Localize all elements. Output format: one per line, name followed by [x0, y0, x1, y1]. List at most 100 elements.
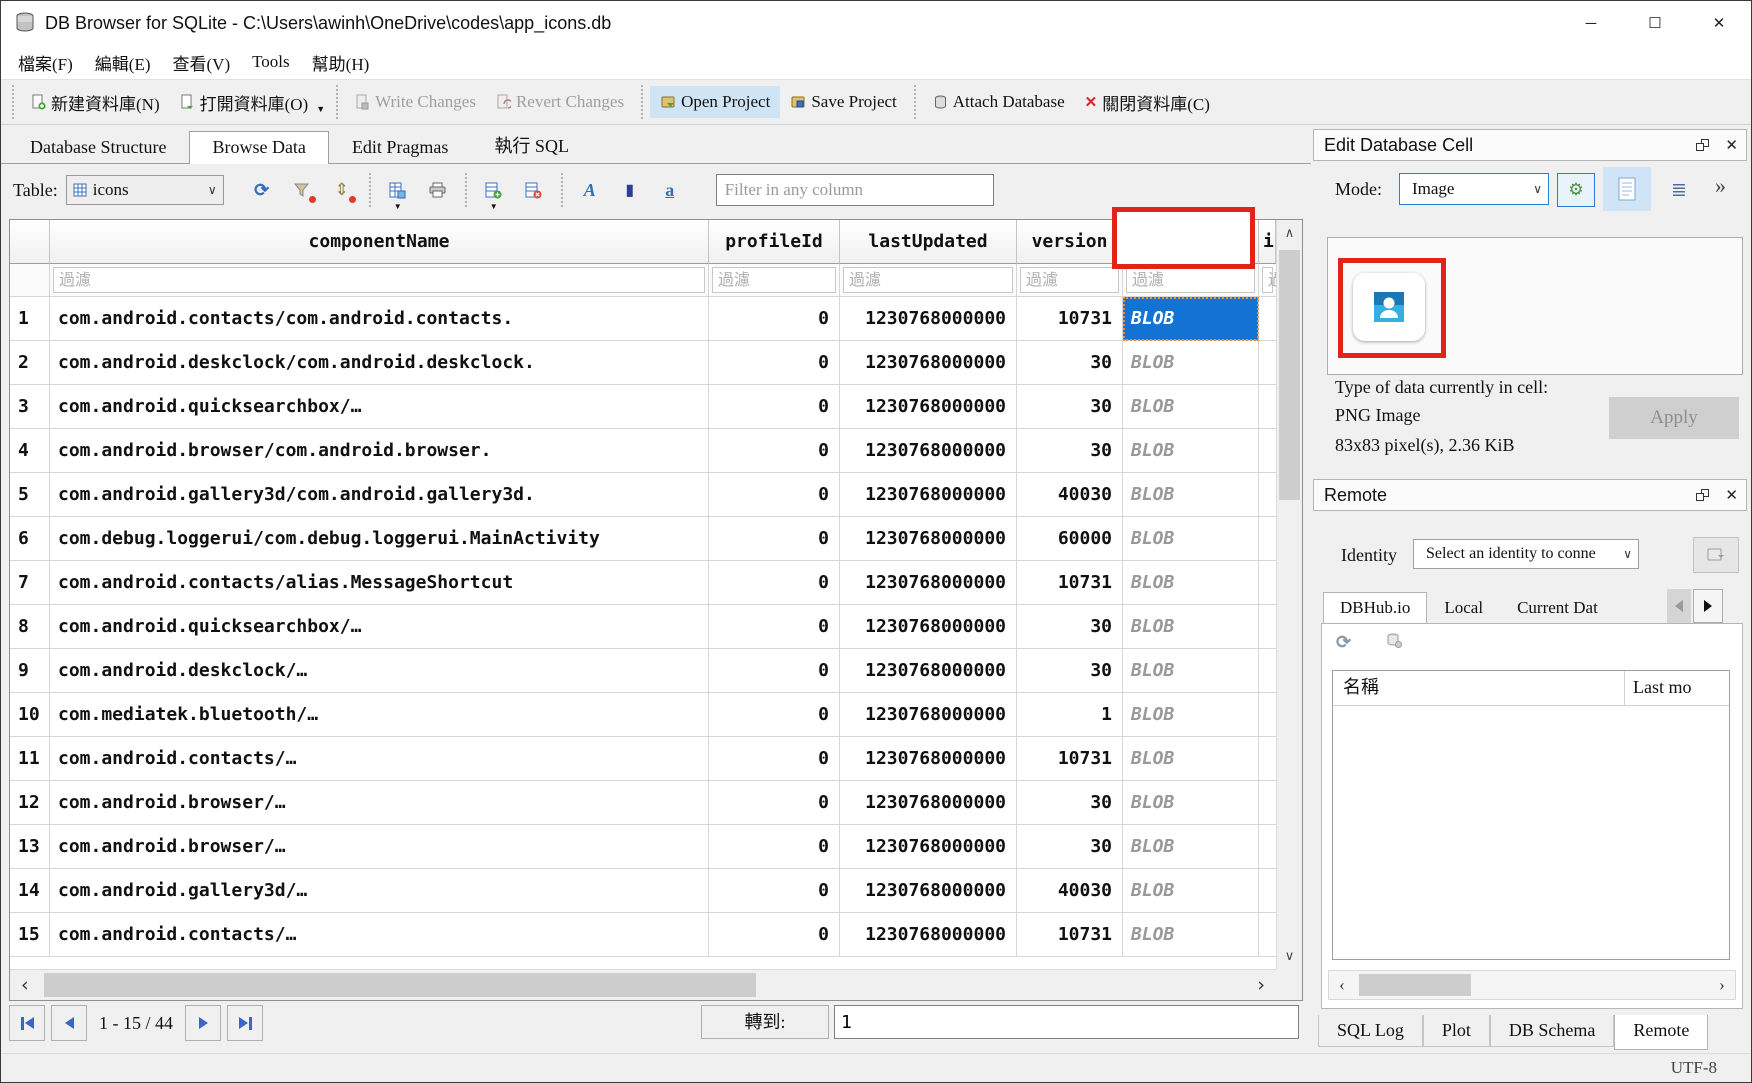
- cell-icon[interactable]: BLOB: [1123, 737, 1259, 781]
- menu-edit[interactable]: 編輯(E): [84, 50, 162, 75]
- cell-version[interactable]: 30: [1017, 825, 1123, 869]
- column-header-profileId[interactable]: profileId: [709, 220, 840, 264]
- filter-cell-version[interactable]: 過濾: [1017, 264, 1123, 297]
- cell-profileId[interactable]: 0: [709, 781, 840, 825]
- save-project-button[interactable]: Save Project: [780, 86, 906, 118]
- scroll-left-icon[interactable]: ‹: [1329, 971, 1355, 999]
- encoding-status[interactable]: UTF-8: [1671, 1058, 1717, 1078]
- tab-plot[interactable]: Plot: [1423, 1015, 1490, 1047]
- minimize-button[interactable]: ─: [1559, 1, 1623, 45]
- cell-partial[interactable]: [1259, 385, 1276, 429]
- close-panel-icon[interactable]: ✕: [1725, 136, 1738, 154]
- text-mode-button[interactable]: [1603, 167, 1651, 211]
- column-header-partial[interactable]: ic: [1259, 220, 1276, 264]
- float-panel-icon[interactable]: [1696, 139, 1709, 151]
- cell-partial[interactable]: [1259, 737, 1276, 781]
- cell-partial[interactable]: [1259, 869, 1276, 913]
- row-number[interactable]: 13: [10, 825, 50, 869]
- remote-refresh-button[interactable]: ⟳: [1336, 632, 1351, 653]
- cell-icon[interactable]: BLOB: [1123, 869, 1259, 913]
- cell-profileId[interactable]: 0: [709, 825, 840, 869]
- cell-version[interactable]: 30: [1017, 385, 1123, 429]
- cell-lastUpdated[interactable]: 1230768000000: [840, 385, 1017, 429]
- cell-icon[interactable]: BLOB: [1123, 473, 1259, 517]
- row-number[interactable]: 11: [10, 737, 50, 781]
- cell-lastUpdated[interactable]: 1230768000000: [840, 473, 1017, 517]
- cell-profileId[interactable]: 0: [709, 869, 840, 913]
- cell-partial[interactable]: [1259, 649, 1276, 693]
- row-number[interactable]: 9: [10, 649, 50, 693]
- tab-browse-data[interactable]: Browse Data: [189, 131, 328, 164]
- cell-icon[interactable]: BLOB: [1123, 385, 1259, 429]
- cell-version[interactable]: 40030: [1017, 473, 1123, 517]
- delete-record-button[interactable]: [514, 173, 554, 207]
- cell-componentName[interactable]: com.android.contacts/com.android.contact…: [50, 297, 709, 341]
- filter-input-profileId[interactable]: 過濾: [712, 267, 836, 293]
- tab-execute-sql[interactable]: 執行 SQL: [471, 126, 592, 163]
- cell-lastUpdated[interactable]: 1230768000000: [840, 869, 1017, 913]
- column-last-modified-header[interactable]: Last mo: [1625, 671, 1729, 705]
- vertical-scrollbar[interactable]: ∧ ∨: [1276, 220, 1302, 969]
- cell-icon[interactable]: BLOB: [1123, 693, 1259, 737]
- cell-icon[interactable]: BLOB: [1123, 781, 1259, 825]
- row-number[interactable]: 1: [10, 297, 50, 341]
- clear-filters-button[interactable]: [282, 173, 322, 207]
- cell-componentName[interactable]: com.android.deskclock/com.android.deskcl…: [50, 341, 709, 385]
- cell-profileId[interactable]: 0: [709, 473, 840, 517]
- cell-profileId[interactable]: 0: [709, 649, 840, 693]
- cell-icon[interactable]: BLOB: [1123, 605, 1259, 649]
- cell-partial[interactable]: [1259, 605, 1276, 649]
- scroll-right-icon[interactable]: ›: [1709, 971, 1735, 999]
- column-name-header[interactable]: 名稱: [1333, 671, 1625, 705]
- cell-componentName[interactable]: com.android.deskclock/…: [50, 649, 709, 693]
- tab-dbhub[interactable]: DBHub.io: [1323, 592, 1427, 623]
- cell-lastUpdated[interactable]: 1230768000000: [840, 517, 1017, 561]
- cell-icon[interactable]: BLOB: [1123, 297, 1259, 341]
- row-number[interactable]: 7: [10, 561, 50, 605]
- import-data-button[interactable]: ⚙: [1557, 173, 1595, 207]
- cell-profileId[interactable]: 0: [709, 605, 840, 649]
- revert-changes-button[interactable]: Revert Changes: [486, 86, 634, 118]
- float-panel-icon[interactable]: [1696, 489, 1709, 501]
- menu-file[interactable]: 檔案(F): [7, 50, 84, 75]
- open-database-dropdown-icon[interactable]: ▼: [316, 104, 325, 114]
- filter-cell-partial[interactable]: 過濾: [1259, 264, 1276, 297]
- row-number[interactable]: 15: [10, 913, 50, 957]
- mode-select[interactable]: Image ∨: [1399, 173, 1549, 205]
- cell-partial[interactable]: [1259, 429, 1276, 473]
- cell-version[interactable]: 30: [1017, 341, 1123, 385]
- cell-icon[interactable]: BLOB: [1123, 341, 1259, 385]
- font-button[interactable]: A: [570, 173, 610, 207]
- cell-lastUpdated[interactable]: 1230768000000: [840, 825, 1017, 869]
- more-tools-icon[interactable]: »: [1715, 173, 1726, 199]
- next-record-button[interactable]: [185, 1005, 221, 1041]
- row-number[interactable]: 4: [10, 429, 50, 473]
- cell-profileId[interactable]: 0: [709, 385, 840, 429]
- cell-componentName[interactable]: com.android.gallery3d/com.android.galler…: [50, 473, 709, 517]
- cell-partial[interactable]: [1259, 341, 1276, 385]
- cell-partial[interactable]: [1259, 913, 1276, 957]
- cell-icon[interactable]: BLOB: [1123, 649, 1259, 693]
- cell-profileId[interactable]: 0: [709, 341, 840, 385]
- cell-version[interactable]: 1: [1017, 693, 1123, 737]
- cell-version[interactable]: 10731: [1017, 737, 1123, 781]
- cell-lastUpdated[interactable]: 1230768000000: [840, 913, 1017, 957]
- cell-componentName[interactable]: com.android.browser/…: [50, 825, 709, 869]
- cell-componentName[interactable]: com.android.contacts/…: [50, 737, 709, 781]
- column-header-lastUpdated[interactable]: lastUpdated: [840, 220, 1017, 264]
- cell-lastUpdated[interactable]: 1230768000000: [840, 605, 1017, 649]
- open-project-button[interactable]: Open Project: [650, 86, 780, 118]
- filter-any-column-input[interactable]: [716, 174, 994, 206]
- cell-componentName[interactable]: com.android.browser/…: [50, 781, 709, 825]
- cell-version[interactable]: 30: [1017, 649, 1123, 693]
- cell-componentName[interactable]: com.android.browser/com.android.browser.: [50, 429, 709, 473]
- cell-profileId[interactable]: 0: [709, 297, 840, 341]
- horizontal-scrollbar[interactable]: ‹ ›: [10, 969, 1302, 1000]
- last-record-button[interactable]: [227, 1005, 263, 1041]
- filter-cell-lastUpdated[interactable]: 過濾: [840, 264, 1017, 297]
- cell-profileId[interactable]: 0: [709, 561, 840, 605]
- scroll-down-icon[interactable]: ∨: [1277, 943, 1302, 969]
- tab-db-schema[interactable]: DB Schema: [1490, 1015, 1614, 1047]
- close-database-button[interactable]: ✕ 關閉資料庫(C): [1075, 84, 1220, 121]
- filter-input-lastUpdated[interactable]: 過濾: [843, 267, 1013, 293]
